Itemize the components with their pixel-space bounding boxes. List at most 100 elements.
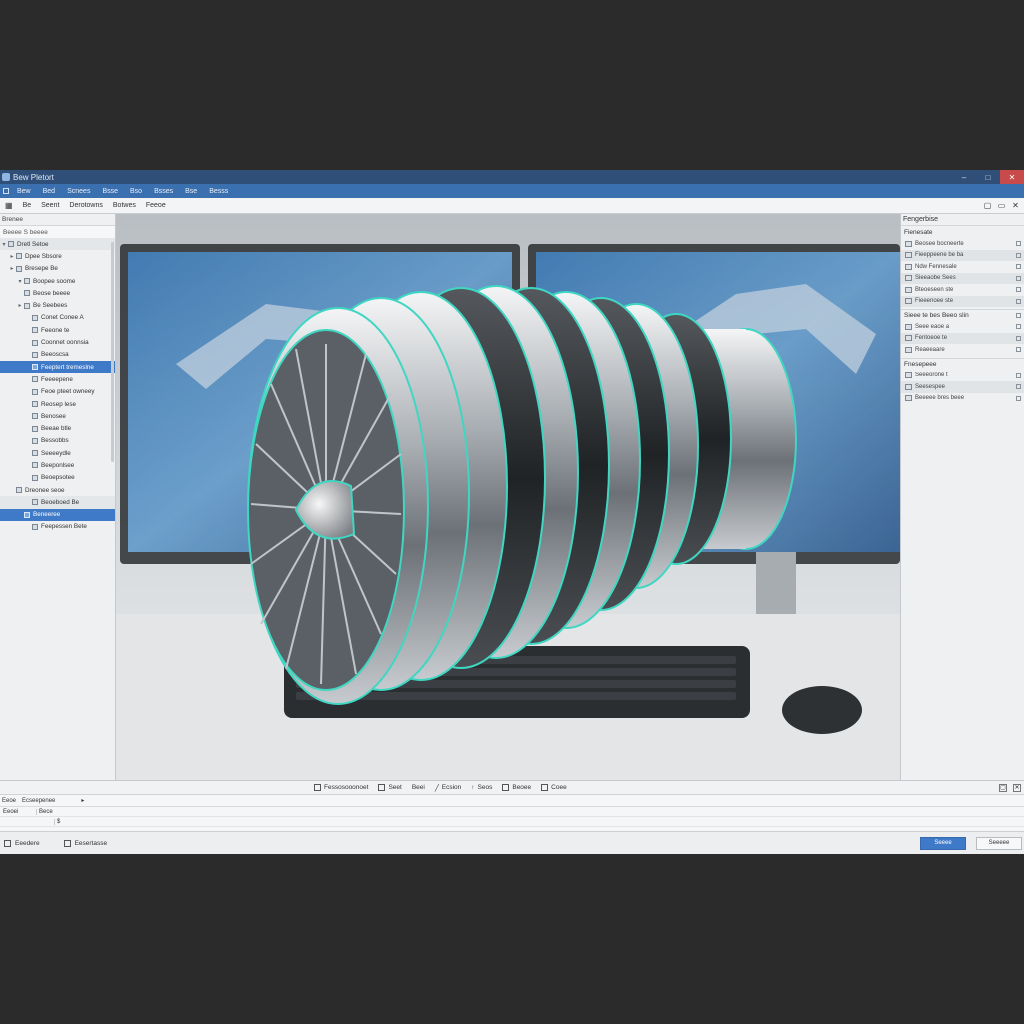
menu-item[interactable]: Scnees	[61, 188, 96, 195]
toggle-icon[interactable]	[1016, 384, 1021, 390]
tool-item[interactable]: ╱ Ecsion	[435, 784, 461, 792]
tool-item[interactable]: Beoee	[502, 784, 531, 792]
toggle-icon[interactable]	[1016, 241, 1021, 247]
menu-icon[interactable]	[3, 188, 9, 194]
toggle-icon[interactable]	[1016, 372, 1021, 378]
tree-item[interactable]: Beose beeee	[0, 287, 115, 299]
tree-item[interactable]: Beoepsotee	[0, 472, 115, 484]
property-row[interactable]: Beeeee bres beee	[901, 393, 1024, 405]
toggle-icon[interactable]	[1016, 287, 1021, 293]
tree-item[interactable]: ▸ Be Seebees	[0, 299, 115, 311]
restore-icon[interactable]: ▢	[999, 783, 1007, 792]
properties-section-header[interactable]: Fnesepeee	[901, 357, 1024, 370]
toggle-icon[interactable]	[1016, 252, 1021, 258]
toolbar-item[interactable]: Derotowns	[64, 202, 107, 209]
chevron-icon[interactable]: ▸	[16, 302, 24, 309]
menu-item[interactable]: Bsses	[148, 188, 179, 195]
3d-viewport[interactable]	[116, 214, 900, 780]
chevron-icon[interactable]: ▸	[8, 265, 16, 272]
status-item[interactable]: Eesertasse	[63, 839, 107, 847]
property-row[interactable]: Beosee bocneerte	[901, 238, 1024, 250]
toolbar-item[interactable]: Botwes	[108, 202, 141, 209]
menu-item[interactable]: Besss	[203, 188, 234, 195]
tree-item[interactable]: Feeone te	[0, 324, 115, 336]
tree-item[interactable]: Beeae btle	[0, 422, 115, 434]
tree-item[interactable]: Benosee	[0, 410, 115, 422]
toolbar-grid-icon[interactable]: ▦	[0, 201, 18, 210]
tree-item[interactable]: Feeptert tremeslne	[0, 360, 115, 374]
tree-item[interactable]: Beeoscsa	[0, 349, 115, 361]
tree-item[interactable]: Dreonee seoe	[0, 484, 115, 496]
tree-item[interactable]: Feeeepene	[0, 373, 115, 385]
toggle-icon[interactable]	[1016, 395, 1021, 401]
toggle-icon[interactable]	[1016, 324, 1021, 330]
toggle-icon[interactable]	[1016, 298, 1021, 304]
property-row[interactable]: Seesespee	[901, 381, 1024, 393]
minimize-icon[interactable]: –	[952, 170, 976, 184]
properties-section-header[interactable]: Sieee te bes Beeo slin	[901, 309, 1024, 321]
property-row[interactable]: Reaeeaare	[901, 344, 1024, 356]
output-tab[interactable]: Ecseepenee	[22, 798, 55, 804]
tree-item[interactable]: Feoe pteet owneey	[0, 386, 115, 398]
chevron-icon[interactable]: ▸	[8, 253, 16, 260]
chevron-down-icon[interactable]: ▾	[0, 241, 8, 248]
property-row[interactable]: Seee eaoe a	[901, 321, 1024, 333]
property-label: Sieeaobe Sees	[915, 275, 956, 282]
menu-item[interactable]: Bso	[124, 188, 148, 195]
tree-item[interactable]: Coonnet oonnsia	[0, 336, 115, 348]
tool-item[interactable]: ↑ Seos	[471, 784, 492, 792]
property-row[interactable]: Fieeenoee ste	[901, 295, 1024, 307]
tree-item[interactable]: Seeeeydle	[0, 447, 115, 459]
close-icon[interactable]: ✕	[1013, 783, 1021, 792]
toolbar-item[interactable]: Seent	[36, 202, 64, 209]
toolbar-item[interactable]: Feeoe	[141, 202, 171, 209]
play-icon[interactable]: ▸	[81, 797, 84, 804]
property-row[interactable]: Fentoeoe te	[901, 332, 1024, 344]
tree-item[interactable]: ▸ Dpee Sbsore	[0, 250, 115, 262]
close-icon[interactable]: ✕	[1000, 170, 1024, 184]
tool-item[interactable]: Fessosooonoet	[314, 784, 368, 792]
menu-item[interactable]: Bse	[179, 188, 203, 195]
properties-section-header[interactable]: Fienesate	[901, 226, 1024, 238]
property-row[interactable]: Sieeaobe Sees	[901, 272, 1024, 284]
toggle-icon[interactable]	[1016, 347, 1021, 353]
tree-item[interactable]: Beeponlsee	[0, 459, 115, 471]
tree-item[interactable]: Bessobbs	[0, 435, 115, 447]
secondary-button[interactable]: Seeeee	[976, 836, 1022, 850]
menu-item[interactable]: Bsse	[96, 188, 124, 195]
maximize-icon[interactable]: □	[976, 170, 1000, 184]
menu-item[interactable]: Bed	[37, 188, 61, 195]
tree-item[interactable]: ▾ Boopee soome	[0, 275, 115, 287]
restore-icon[interactable]: ▢	[982, 200, 993, 211]
tree-scrollbar[interactable]	[111, 242, 114, 462]
node-icon	[32, 413, 38, 420]
tool-item[interactable]: Coee	[541, 784, 567, 792]
tree-item[interactable]: Beneeree	[0, 508, 115, 521]
output-cell[interactable]: $	[54, 818, 1024, 825]
tool-item[interactable]: Beei	[412, 784, 425, 792]
tree-item[interactable]: Conet Conee A	[0, 312, 115, 324]
property-row[interactable]: Bteoeseen ste	[901, 284, 1024, 296]
window-icon[interactable]: ▭	[996, 200, 1007, 211]
toggle-icon[interactable]	[1016, 275, 1021, 281]
status-item[interactable]: Eeedere	[4, 839, 40, 847]
tree-item[interactable]: Beoeboed Be	[0, 496, 115, 509]
tree-header-row[interactable]: ▾ Dretl Setoe	[0, 238, 115, 251]
property-row[interactable]: Fieeppeene be ba	[901, 249, 1024, 261]
primary-button[interactable]: Seeee	[920, 836, 966, 850]
output-tab[interactable]: Eeoe	[2, 798, 16, 804]
tree-item[interactable]: Reosep lese	[0, 398, 115, 410]
close-panel-icon[interactable]: ✕	[1010, 200, 1021, 211]
toggle-icon[interactable]	[1016, 335, 1021, 341]
toolbar-item[interactable]: Be	[18, 202, 37, 209]
menu-item[interactable]: Bew	[11, 188, 37, 195]
tool-item[interactable]: Seet	[378, 784, 402, 792]
viewport-canvas[interactable]	[116, 214, 900, 780]
property-row[interactable]: Ndw Fennesale	[901, 261, 1024, 273]
tree-item[interactable]: Feepessen Bete	[0, 521, 115, 533]
toggle-icon[interactable]	[1016, 264, 1021, 270]
chevron-icon[interactable]: ▾	[16, 278, 24, 285]
tree-item[interactable]: ▸ Bresepe Be	[0, 263, 115, 275]
property-row[interactable]: Seeeorone t	[901, 370, 1024, 382]
collapse-icon[interactable]	[1016, 313, 1021, 318]
